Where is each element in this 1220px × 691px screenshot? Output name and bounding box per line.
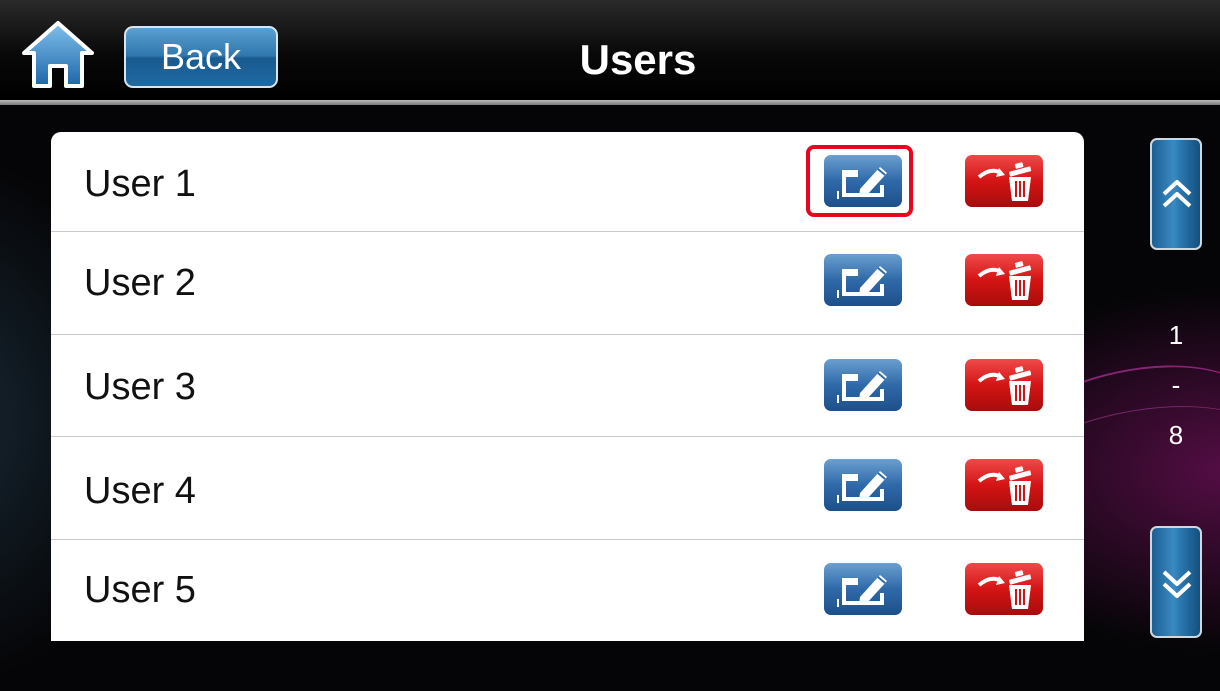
list-item: User 2: [51, 232, 1084, 335]
user-list: User 1 User 2 User 3 User 4 User 5: [51, 132, 1084, 641]
edit-user-button[interactable]: [824, 155, 902, 207]
delete-trash-icon: [977, 162, 1032, 201]
page-title: Users: [579, 36, 697, 83]
delete-trash-icon: [977, 570, 1032, 609]
user-name[interactable]: User 4: [84, 469, 196, 513]
delete-user-button[interactable]: [965, 155, 1043, 207]
delete-trash-icon: [977, 261, 1032, 300]
delete-user-button[interactable]: [965, 254, 1043, 306]
list-item: User 5: [51, 540, 1084, 641]
delete-user-button[interactable]: [965, 359, 1043, 411]
scroll-down-button[interactable]: [1150, 526, 1202, 638]
edit-icon: [837, 471, 887, 503]
back-button[interactable]: Back: [124, 26, 278, 88]
edit-icon: [837, 575, 887, 607]
delete-user-button[interactable]: [965, 459, 1043, 511]
delete-trash-icon: [977, 366, 1032, 405]
header-bar: Back Users: [0, 0, 1220, 100]
double-chevron-up-icon: [1162, 180, 1192, 208]
home-icon: [22, 21, 94, 88]
page-range-separator: -: [1171, 370, 1181, 400]
edit-icon: [837, 266, 887, 298]
edit-user-button[interactable]: [824, 254, 902, 306]
edit-icon: [837, 371, 887, 403]
edit-user-button[interactable]: [824, 459, 902, 511]
user-name[interactable]: User 1: [84, 162, 196, 206]
user-name[interactable]: User 2: [84, 261, 196, 305]
edit-user-button[interactable]: [824, 563, 902, 615]
header-divider: [0, 100, 1220, 105]
user-name[interactable]: User 3: [84, 365, 196, 409]
list-item: User 3: [51, 335, 1084, 437]
edit-user-button[interactable]: [824, 359, 902, 411]
edit-icon: [837, 167, 887, 199]
screen: Back Users User 1 User 2 User 3 User 4 U…: [0, 0, 1220, 691]
home-button[interactable]: [22, 20, 94, 90]
scroll-up-button[interactable]: [1150, 138, 1202, 250]
double-chevron-down-icon: [1162, 570, 1192, 598]
delete-user-button[interactable]: [965, 563, 1043, 615]
page-range-start: 1: [1168, 320, 1184, 350]
user-name[interactable]: User 5: [84, 568, 196, 612]
delete-trash-icon: [977, 466, 1032, 505]
page-range-end: 8: [1168, 420, 1184, 450]
list-item: User 1: [51, 132, 1084, 232]
list-item: User 4: [51, 437, 1084, 540]
